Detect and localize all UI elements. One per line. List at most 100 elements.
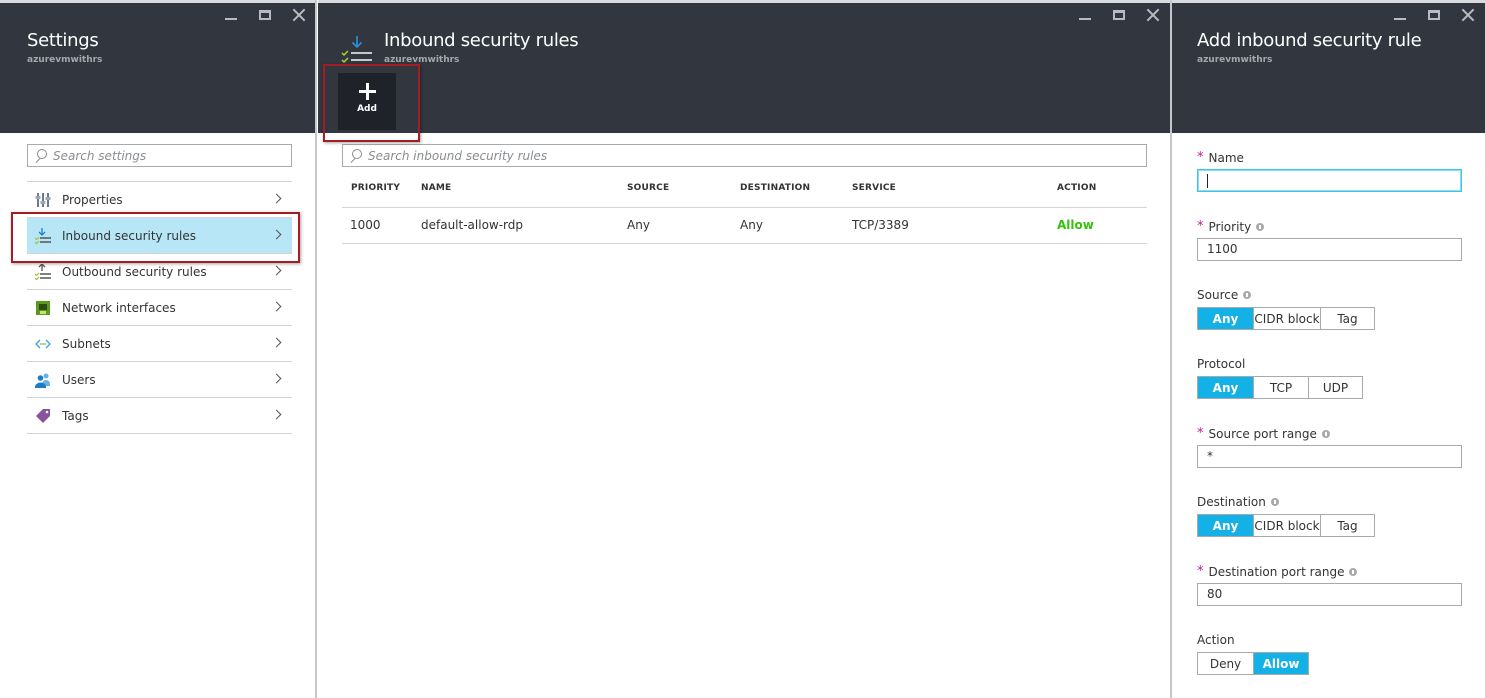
menu-item-label: Tags bbox=[62, 408, 89, 423]
protocol-option-udp[interactable]: UDP bbox=[1308, 377, 1362, 398]
minimize-icon[interactable] bbox=[224, 8, 238, 22]
protocol-option-any[interactable]: Any bbox=[1198, 377, 1253, 398]
name-label: * Name bbox=[1197, 150, 1244, 165]
source-option-cidr-block[interactable]: CIDR block bbox=[1253, 308, 1320, 329]
settings-search-input[interactable]: Search settings bbox=[27, 144, 292, 167]
action-label: Action bbox=[1197, 633, 1235, 647]
source-port-label-text: Source port range bbox=[1208, 426, 1317, 441]
inbound-subtitle: azurevmwithrs bbox=[384, 55, 460, 65]
table-header-row: PRIORITY NAME SOURCE DESTINATION SERVICE… bbox=[342, 170, 1147, 208]
inbound-rules-blade: Inbound security rules azurevmwithrs Add… bbox=[318, 0, 1170, 698]
destination-port-input[interactable]: 80 bbox=[1197, 583, 1462, 606]
name-label-text: Name bbox=[1208, 150, 1244, 165]
column-header-destination[interactable]: DESTINATION bbox=[731, 170, 843, 208]
column-header-service[interactable]: SERVICE bbox=[843, 170, 1048, 208]
action-option-allow[interactable]: Allow bbox=[1253, 653, 1308, 674]
priority-label-text: Priority bbox=[1208, 219, 1252, 234]
action-label-text: Action bbox=[1197, 633, 1235, 647]
inbound-blade-header: Inbound security rules azurevmwithrs Add bbox=[318, 0, 1170, 133]
maximize-icon[interactable] bbox=[1112, 8, 1126, 22]
inbound-search-input[interactable]: Search inbound security rules bbox=[342, 144, 1147, 167]
source-port-input[interactable]: * bbox=[1197, 445, 1462, 468]
info-icon[interactable] bbox=[1349, 567, 1358, 576]
info-icon[interactable] bbox=[1256, 222, 1265, 231]
top-strip bbox=[318, 0, 1170, 3]
info-icon[interactable] bbox=[1321, 429, 1330, 438]
maximize-icon[interactable] bbox=[258, 8, 272, 22]
chevron-right-icon bbox=[271, 193, 282, 204]
minimize-icon[interactable] bbox=[1078, 8, 1092, 22]
column-header-source[interactable]: SOURCE bbox=[618, 170, 731, 208]
source-label: Source bbox=[1197, 288, 1252, 302]
column-header-action[interactable]: ACTION bbox=[1048, 170, 1147, 208]
close-icon[interactable] bbox=[1461, 8, 1475, 22]
cell-source: Any bbox=[618, 207, 731, 244]
menu-item-properties[interactable]: Properties bbox=[27, 182, 292, 218]
cell-priority: 1000 bbox=[342, 207, 412, 244]
priority-input-value: 1100 bbox=[1207, 242, 1238, 256]
required-marker: * bbox=[1197, 150, 1204, 165]
text-cursor bbox=[1207, 174, 1208, 188]
protocol-option-tcp[interactable]: TCP bbox=[1253, 377, 1308, 398]
destination-option-tag[interactable]: Tag bbox=[1320, 515, 1374, 536]
info-icon[interactable] bbox=[1270, 498, 1279, 506]
menu-item-inbound-security-rules[interactable]: Inbound security rules bbox=[27, 218, 292, 254]
chevron-right-icon bbox=[271, 373, 282, 384]
source-label-text: Source bbox=[1197, 288, 1239, 302]
network-interface-icon bbox=[35, 300, 51, 316]
menu-item-users[interactable]: Users bbox=[27, 362, 292, 398]
top-strip bbox=[1172, 0, 1485, 3]
menu-item-network-interfaces[interactable]: Network interfaces bbox=[27, 290, 292, 326]
destination-selector: Any CIDR block Tag bbox=[1197, 514, 1375, 537]
protocol-label-text: Protocol bbox=[1197, 357, 1246, 371]
menu-item-label: Subnets bbox=[62, 336, 111, 351]
cell-action: Allow bbox=[1048, 207, 1147, 244]
close-icon[interactable] bbox=[1146, 8, 1160, 22]
cell-service: TCP/3389 bbox=[843, 207, 1048, 244]
menu-item-tags[interactable]: Tags bbox=[27, 398, 292, 434]
outbound-rules-icon bbox=[34, 262, 51, 280]
inbound-title: Inbound security rules bbox=[384, 30, 579, 51]
source-option-any[interactable]: Any bbox=[1198, 308, 1253, 329]
name-input[interactable] bbox=[1197, 169, 1462, 192]
inbound-rules-header-icon bbox=[340, 34, 374, 66]
maximize-icon[interactable] bbox=[1427, 8, 1441, 22]
column-header-priority[interactable]: PRIORITY bbox=[342, 170, 412, 208]
top-strip bbox=[0, 0, 316, 3]
close-icon[interactable] bbox=[292, 8, 306, 22]
source-selector: Any CIDR block Tag bbox=[1197, 307, 1375, 330]
table-row[interactable]: 1000 default-allow-rdp Any Any TCP/3389 … bbox=[342, 207, 1147, 244]
add-rule-button[interactable]: Add bbox=[338, 73, 396, 130]
menu-item-label: Inbound security rules bbox=[62, 228, 196, 243]
minimize-icon[interactable] bbox=[1393, 8, 1407, 22]
info-icon[interactable] bbox=[1243, 291, 1252, 299]
protocol-selector: Any TCP UDP bbox=[1197, 376, 1363, 399]
required-marker: * bbox=[1197, 426, 1204, 441]
settings-blade: Settings azurevmwithrs Search settings P… bbox=[0, 0, 316, 698]
settings-subtitle: azurevmwithrs bbox=[27, 55, 103, 65]
destination-option-cidr-block[interactable]: CIDR block bbox=[1253, 515, 1320, 536]
action-option-deny[interactable]: Deny bbox=[1198, 653, 1253, 674]
chevron-right-icon bbox=[271, 337, 282, 348]
inbound-search-placeholder: Search inbound security rules bbox=[368, 148, 548, 163]
search-icon bbox=[34, 149, 47, 162]
menu-item-subnets[interactable]: Subnets bbox=[27, 326, 292, 362]
plus-icon bbox=[359, 83, 376, 100]
chevron-right-icon bbox=[271, 409, 282, 420]
subnet-icon bbox=[35, 336, 51, 352]
window-controls bbox=[1078, 8, 1160, 22]
settings-menu: Properties Inbound security rules Outbou… bbox=[27, 181, 292, 434]
add-rule-blade-header: Add inbound security rule azurevmwithrs bbox=[1172, 0, 1485, 133]
cell-destination: Any bbox=[731, 207, 843, 244]
destination-port-label: * Destination port range bbox=[1197, 564, 1358, 579]
add-rule-blade: Add inbound security rule azurevmwithrs … bbox=[1172, 0, 1485, 698]
menu-item-label: Properties bbox=[62, 192, 123, 207]
destination-option-any[interactable]: Any bbox=[1198, 515, 1253, 536]
column-header-name[interactable]: NAME bbox=[412, 170, 618, 208]
protocol-label: Protocol bbox=[1197, 357, 1245, 371]
inbound-rules-table: PRIORITY NAME SOURCE DESTINATION SERVICE… bbox=[342, 170, 1147, 244]
destination-port-input-value: 80 bbox=[1207, 587, 1223, 601]
source-option-tag[interactable]: Tag bbox=[1320, 308, 1374, 329]
priority-input[interactable]: 1100 bbox=[1197, 238, 1462, 261]
menu-item-outbound-security-rules[interactable]: Outbound security rules bbox=[27, 254, 292, 290]
